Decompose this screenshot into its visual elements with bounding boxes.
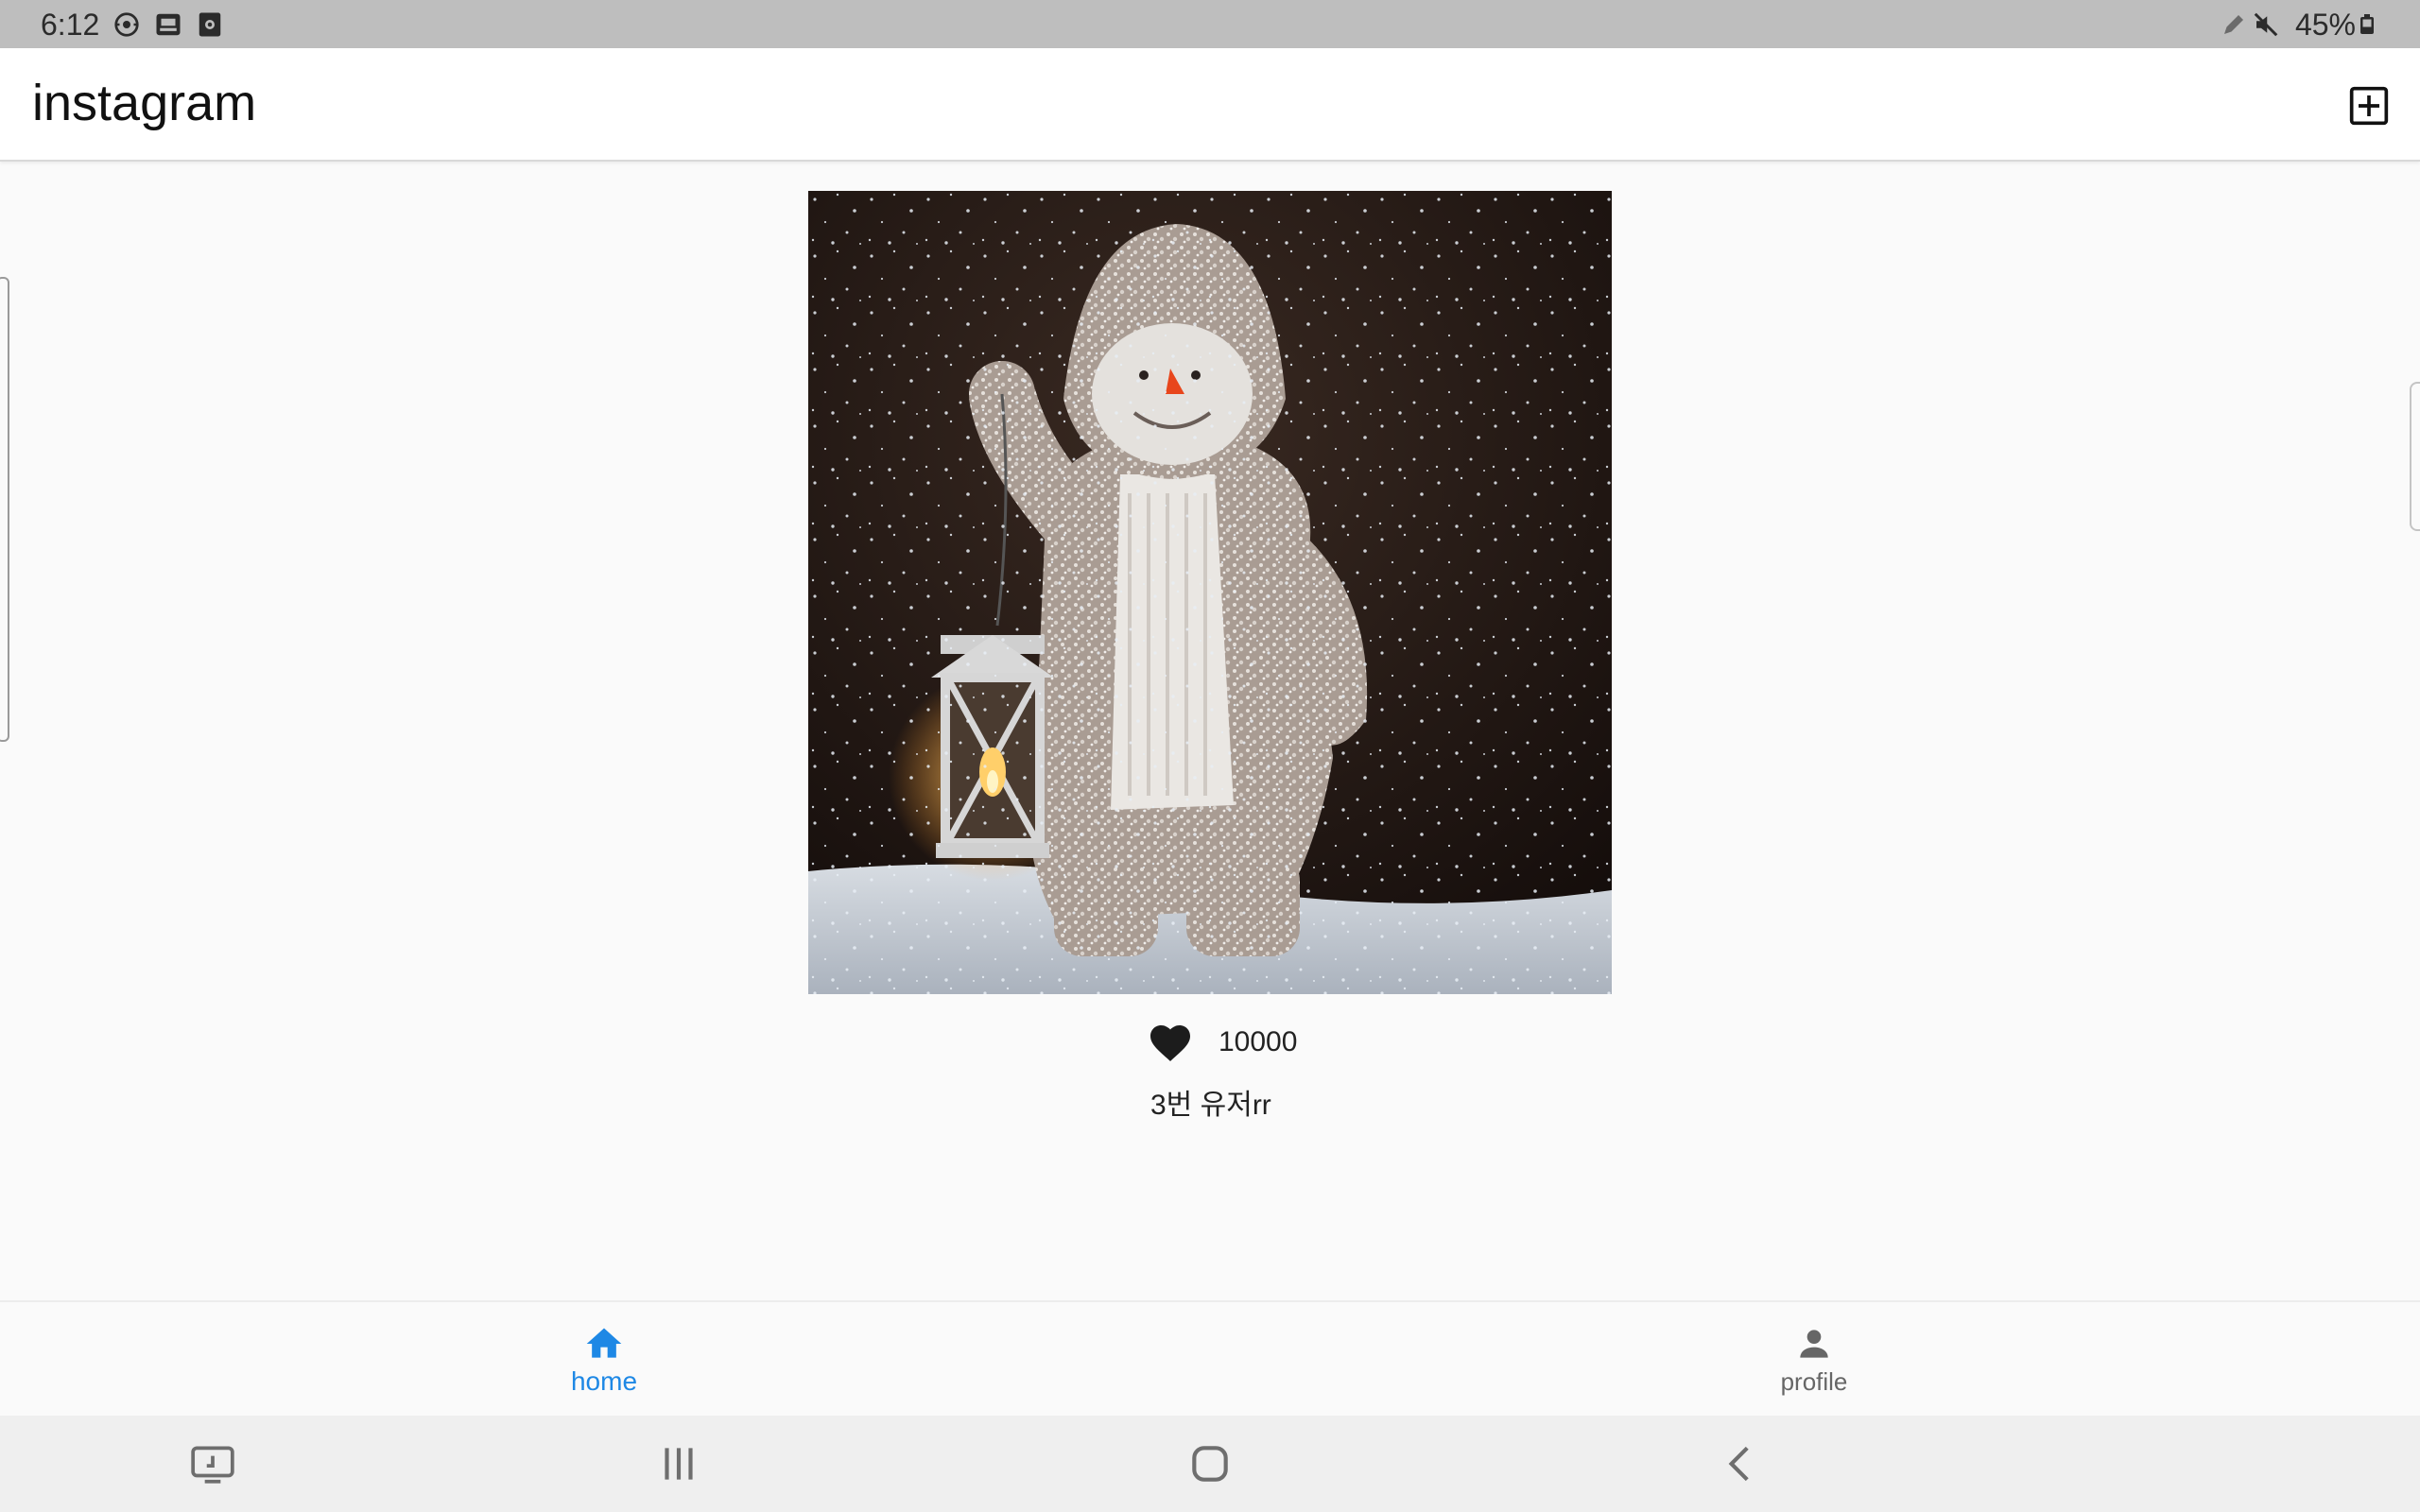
battery-icon bbox=[2360, 14, 2374, 34]
back-icon[interactable] bbox=[1718, 1440, 1765, 1487]
post-caption: 3번 유저rr bbox=[1150, 1090, 1271, 1121]
left-edge-handle[interactable] bbox=[0, 277, 9, 742]
like-count: 10000 bbox=[1219, 1026, 1298, 1057]
bottom-navigation: home profile bbox=[0, 1300, 2420, 1418]
nav-profile-label: profile bbox=[1780, 1367, 1848, 1396]
nav-home-label: home bbox=[570, 1366, 638, 1396]
battery-percentage: 45% bbox=[2294, 8, 2356, 42]
recent-apps-icon[interactable] bbox=[655, 1440, 702, 1487]
post-image[interactable] bbox=[808, 191, 1612, 994]
heart-icon[interactable] bbox=[1149, 1022, 1192, 1062]
status-left: 6:12 bbox=[41, 8, 237, 42]
cast-icon bbox=[156, 13, 181, 36]
app-bar: instagram bbox=[0, 48, 2420, 162]
system-navigation-bar bbox=[0, 1416, 2420, 1512]
pen-icon bbox=[2223, 15, 2243, 34]
add-box-icon bbox=[2349, 86, 2389, 126]
status-right: 45% bbox=[2220, 8, 2378, 42]
screen-record-icon bbox=[199, 12, 221, 37]
right-edge-panel-handle[interactable] bbox=[2410, 382, 2420, 531]
add-post-button[interactable] bbox=[2346, 83, 2392, 129]
nav-home-tab[interactable]: home bbox=[510, 1302, 699, 1418]
snowman-photo bbox=[808, 191, 1612, 994]
screen-switch-icon[interactable] bbox=[189, 1440, 236, 1487]
mute-icon bbox=[2254, 12, 2278, 37]
like-row: 10000 bbox=[1149, 1019, 1297, 1066]
nav-profile-tab[interactable]: profile bbox=[1720, 1302, 1909, 1418]
person-icon bbox=[1800, 1330, 1828, 1358]
home-icon bbox=[586, 1328, 622, 1358]
home-button-icon[interactable] bbox=[1186, 1440, 1234, 1487]
status-bar: 6:12 45% bbox=[0, 0, 2420, 48]
status-time: 6:12 bbox=[41, 8, 100, 42]
sync-icon bbox=[114, 12, 139, 37]
app-title: instagram bbox=[32, 75, 257, 131]
